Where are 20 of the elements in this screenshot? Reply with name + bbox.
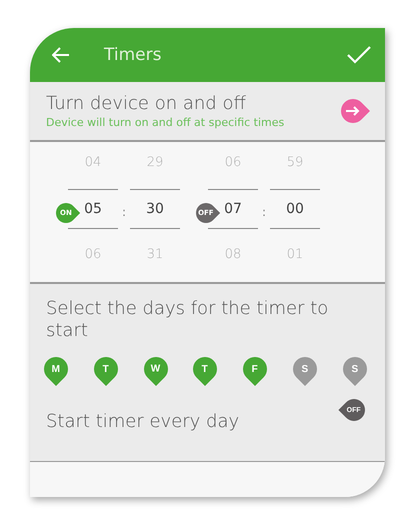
minute-option[interactable]: 29 (146, 142, 164, 184)
screen-title: Timers (104, 45, 162, 65)
minute-option[interactable]: 31 (146, 234, 164, 276)
hour-option[interactable]: 06 (224, 142, 242, 184)
hour-option[interactable]: 06 (84, 234, 102, 276)
hour-option[interactable]: 04 (84, 142, 102, 184)
time-separator: : (120, 204, 128, 221)
minute-option[interactable]: 59 (286, 142, 304, 184)
section-title: Select the days for the timer to start (46, 298, 330, 342)
minute-value[interactable]: 00 (270, 189, 320, 229)
minute-value[interactable]: 30 (130, 189, 180, 229)
section-title: Turn device on and off (46, 92, 247, 114)
arrow-icon (346, 106, 360, 116)
check-icon[interactable] (347, 46, 371, 64)
minute-option[interactable]: 01 (286, 234, 304, 276)
setting-label: Start timer every day (46, 411, 240, 433)
time-separator: : (260, 204, 268, 221)
hour-option[interactable]: 08 (224, 234, 242, 276)
section-subtitle: Device will turn on and off at specific times (46, 116, 286, 130)
back-arrow-icon[interactable] (52, 47, 70, 63)
